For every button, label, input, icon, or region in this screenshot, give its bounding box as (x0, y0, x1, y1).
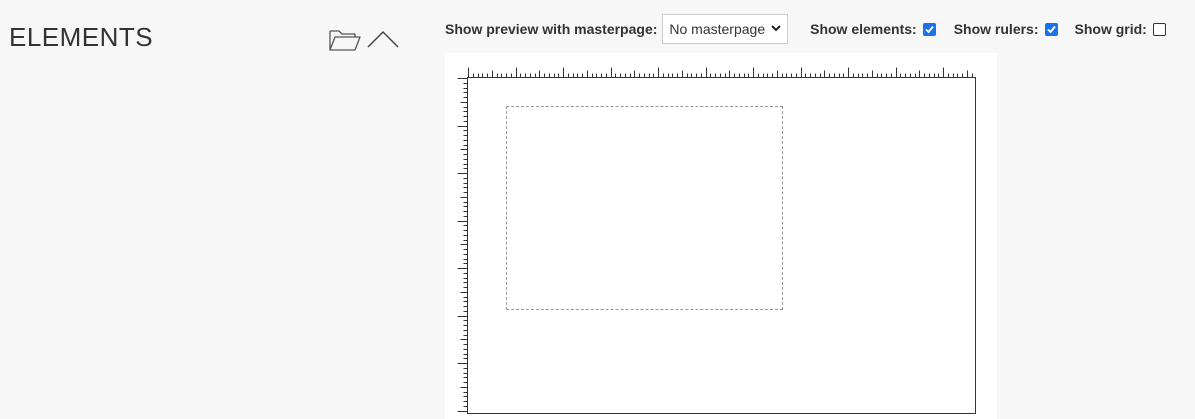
elements-panel-title: ELEMENTS (9, 22, 154, 52)
masterpage-label: Show preview with masterpage: (445, 21, 658, 37)
masterpage-select-value: No masterpage (669, 21, 766, 37)
show-rulers-label: Show rulers: (953, 21, 1039, 37)
chevron-up-icon[interactable] (366, 29, 400, 49)
folder-open-icon[interactable] (329, 29, 361, 51)
chevron-down-icon (771, 23, 781, 35)
show-elements-checkbox[interactable] (922, 22, 936, 36)
page-preview-canvas[interactable] (445, 53, 997, 419)
masterpage-select[interactable]: No masterpage (662, 14, 789, 44)
show-grid-checkbox[interactable] (1152, 22, 1166, 36)
show-grid-label: Show grid: (1074, 21, 1147, 37)
show-elements-label: Show elements: (810, 21, 917, 37)
show-rulers-checkbox[interactable] (1044, 22, 1058, 36)
preview-toolbar: Show preview with masterpage: No masterp… (445, 14, 1166, 44)
page-element-box[interactable] (506, 106, 783, 310)
